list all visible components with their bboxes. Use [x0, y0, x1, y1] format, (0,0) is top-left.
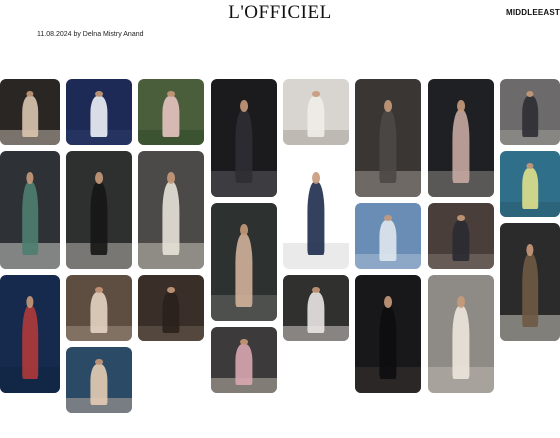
- model-figure: [522, 96, 538, 138]
- model-figure: [90, 181, 108, 255]
- gallery-photo-19[interactable]: [66, 275, 132, 341]
- model-figure: [452, 305, 470, 379]
- edition-link[interactable]: MIDDLEEAST: [506, 8, 560, 17]
- model-head: [167, 172, 175, 185]
- model-head: [526, 90, 534, 98]
- model-figure: [162, 181, 180, 255]
- model-figure: [379, 109, 397, 183]
- model-head: [26, 296, 34, 309]
- model-figure: [235, 233, 253, 307]
- model-figure: [452, 220, 470, 262]
- gallery-photo-21[interactable]: [283, 275, 349, 341]
- model-figure: [162, 292, 180, 334]
- model-head: [167, 90, 175, 98]
- model-figure: [22, 96, 38, 138]
- model-head: [312, 172, 320, 185]
- model-figure: [307, 181, 325, 255]
- model-head: [240, 100, 248, 113]
- gallery-photo-9[interactable]: [0, 151, 60, 269]
- model-figure: [22, 181, 38, 255]
- gallery-photo-8[interactable]: [500, 79, 560, 145]
- gallery-photo-17[interactable]: [500, 223, 560, 341]
- gallery-photo-22[interactable]: [355, 275, 421, 393]
- article-byline: 11.08.2024 by Delna Mistry Anand: [37, 31, 144, 38]
- gallery-photo-18[interactable]: [0, 275, 60, 393]
- model-head: [167, 286, 175, 294]
- model-head: [26, 172, 34, 185]
- model-figure: [235, 109, 253, 183]
- model-head: [384, 296, 392, 309]
- model-figure: [90, 292, 108, 334]
- model-figure: [522, 168, 538, 210]
- model-head: [95, 286, 103, 294]
- gallery-photo-6[interactable]: [355, 79, 421, 197]
- model-figure: [235, 344, 253, 386]
- model-figure: [379, 305, 397, 379]
- model-head: [312, 90, 320, 98]
- model-figure: [22, 305, 38, 379]
- gallery-photo-2[interactable]: [66, 79, 132, 145]
- site-logo[interactable]: L'OFFICIEL: [0, 2, 560, 24]
- model-head: [240, 224, 248, 237]
- model-figure: [379, 220, 397, 262]
- gallery-photo-3[interactable]: [138, 79, 204, 145]
- gallery-photo-20[interactable]: [138, 275, 204, 341]
- gallery-photo-4[interactable]: [211, 79, 277, 197]
- model-head: [26, 90, 34, 98]
- model-figure: [90, 96, 108, 138]
- gallery-photo-16[interactable]: [428, 203, 494, 269]
- model-head: [457, 296, 465, 309]
- model-head: [240, 338, 248, 346]
- gallery-photo-14[interactable]: [211, 203, 277, 321]
- model-head: [526, 162, 534, 170]
- model-head: [384, 214, 392, 222]
- gallery-photo-10[interactable]: [66, 151, 132, 269]
- model-head: [457, 100, 465, 113]
- model-figure: [307, 96, 325, 138]
- gallery-photo-13[interactable]: [500, 151, 560, 217]
- gallery-photo-23[interactable]: [428, 275, 494, 393]
- gallery-photo-1[interactable]: [0, 79, 60, 145]
- model-head: [526, 244, 534, 257]
- model-head: [312, 286, 320, 294]
- model-figure: [522, 253, 538, 327]
- model-head: [457, 214, 465, 222]
- model-figure: [90, 364, 108, 406]
- gallery-photo-24[interactable]: [66, 347, 132, 413]
- gallery-photo-25[interactable]: [211, 327, 277, 393]
- model-figure: [307, 292, 325, 334]
- gallery-photo-7[interactable]: [428, 79, 494, 197]
- model-figure: [452, 109, 470, 183]
- model-head: [384, 100, 392, 113]
- gallery-photo-12[interactable]: [283, 151, 349, 269]
- model-head: [95, 90, 103, 98]
- gallery-photo-15[interactable]: [355, 203, 421, 269]
- model-head: [95, 358, 103, 366]
- gallery-photo-5[interactable]: [283, 79, 349, 145]
- gallery-photo-11[interactable]: [138, 151, 204, 269]
- model-figure: [162, 96, 180, 138]
- model-head: [95, 172, 103, 185]
